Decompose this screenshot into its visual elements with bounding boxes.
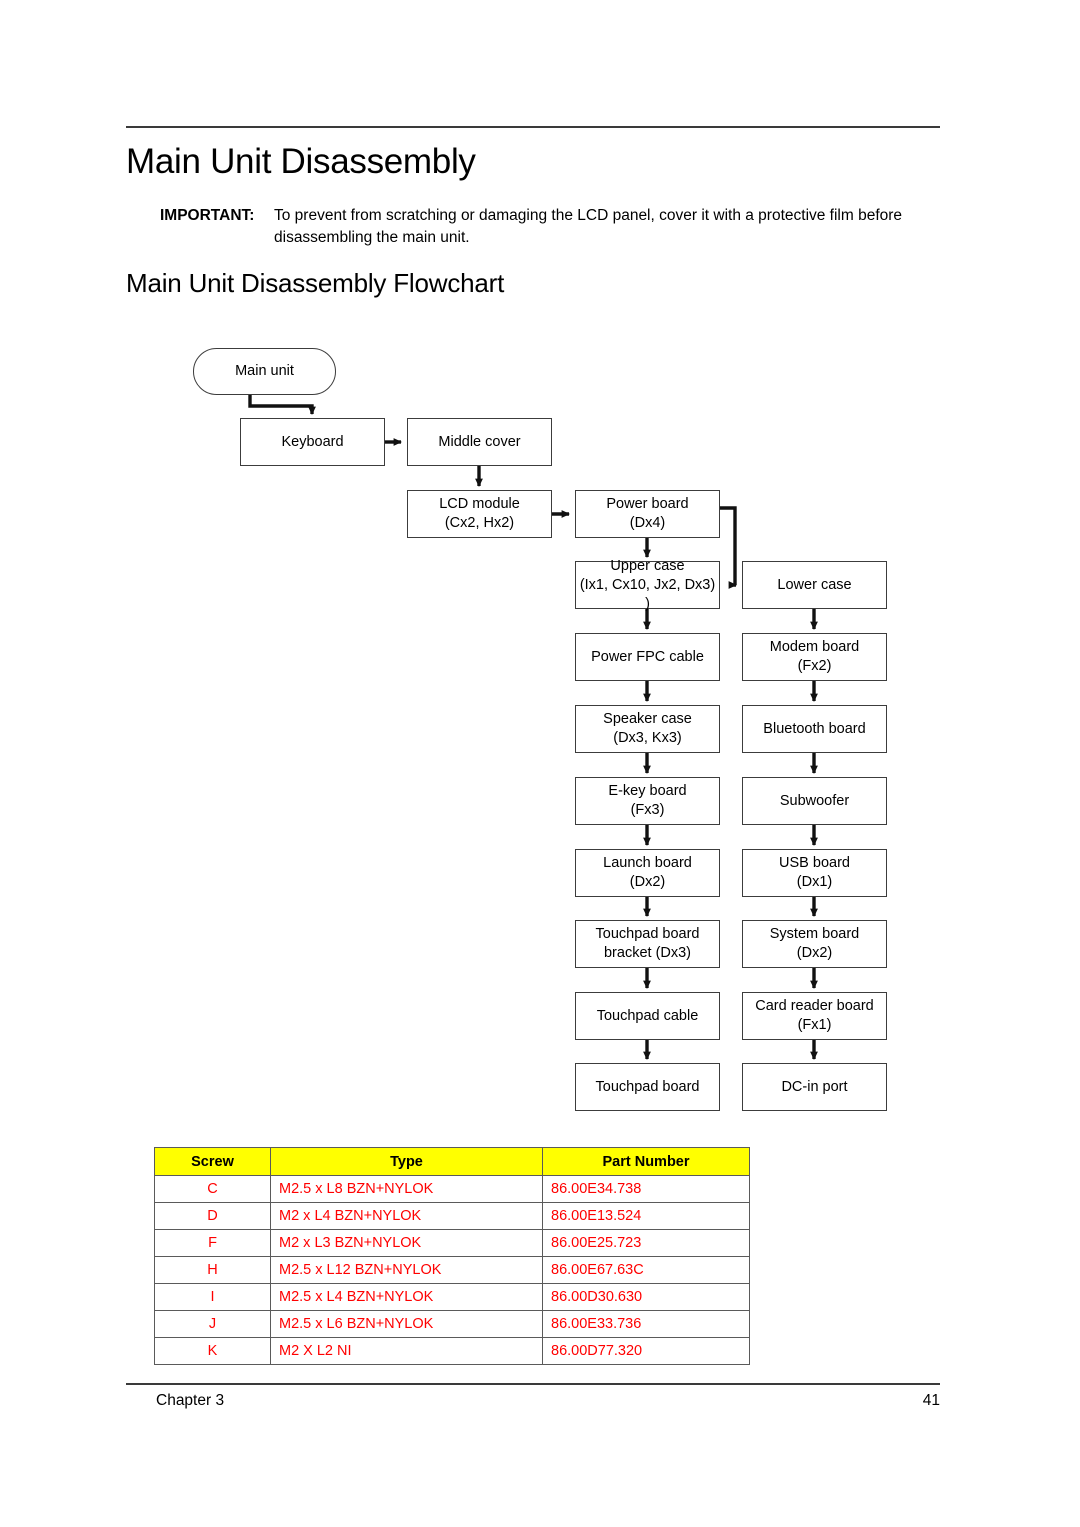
flowchart-node-modem-board: Modem board (Fx2) xyxy=(742,633,887,681)
table-cell: 86.00E13.524 xyxy=(542,1202,750,1230)
table-cell: 86.00E67.63C xyxy=(542,1256,750,1284)
flowchart-node-label: Power board xyxy=(606,496,689,512)
table-row: C M2.5 x L8 BZN+NYLOK 86.00E34.738 xyxy=(154,1175,750,1203)
flowchart-node-label: Touchpad cable xyxy=(596,1007,699,1024)
page-title: Main Unit Disassembly xyxy=(126,142,476,181)
flowchart-node-sublabel: (Fx2) xyxy=(797,658,832,674)
flowchart-node-label: Main unit xyxy=(235,363,294,379)
flowchart-node-sublabel: (Dx2) xyxy=(629,874,666,890)
flowchart-node-system-board: System board (Dx2) xyxy=(742,920,887,968)
flowchart-node-label: Lower case xyxy=(777,576,852,593)
footer-page-number: 41 xyxy=(922,1392,940,1409)
table-cell: C xyxy=(154,1175,271,1203)
table-cell: M2 X L2 NI xyxy=(270,1337,543,1365)
flowchart-node-sublabel: (Fx3) xyxy=(630,802,665,818)
screw-reference-table: Screw Type Part Number C M2.5 x L8 BZN+NY… xyxy=(154,1147,750,1365)
table-cell: 86.00E34.738 xyxy=(542,1175,750,1203)
flowchart-node-label: USB board xyxy=(779,855,850,871)
flowchart-node-power-board: Power board (Dx4) xyxy=(575,490,720,538)
flowchart-node-card-reader-board: Card reader board (Fx1) xyxy=(742,992,887,1040)
footer-chapter: Chapter 3 xyxy=(156,1392,225,1409)
flowchart-node-sublabel: (Fx1) xyxy=(797,1017,832,1033)
flowchart-node-dc-in-port: DC-in port xyxy=(742,1063,887,1111)
flowchart-node-label: Power FPC cable xyxy=(591,648,704,665)
table-row: K M2 X L2 NI 86.00D77.320 xyxy=(154,1337,750,1365)
table-row: J M2.5 x L6 BZN+NYLOK 86.00E33.736 xyxy=(154,1310,750,1338)
table-cell: M2.5 x L4 BZN+NYLOK xyxy=(270,1283,543,1311)
flowchart-node-keyboard: Keyboard xyxy=(240,418,385,466)
flowchart-node-sublabel: (Dx2) xyxy=(796,945,833,961)
flowchart-node-label: E-key board xyxy=(608,783,687,799)
flowchart-node-lcd-module: LCD module (Cx2, Hx2) xyxy=(407,490,552,538)
table-cell: M2.5 x L6 BZN+NYLOK xyxy=(270,1310,543,1338)
table-cell: K xyxy=(154,1337,271,1365)
flowchart-node-label: Bluetooth board xyxy=(763,720,866,737)
flowchart-node-lower-case: Lower case xyxy=(742,561,887,609)
table-cell: D xyxy=(154,1202,271,1230)
flowchart-node-label: Touchpad board xyxy=(595,1078,700,1095)
table-cell: M2.5 x L8 BZN+NYLOK xyxy=(270,1175,543,1203)
important-note-label: IMPORTANT: xyxy=(160,207,255,224)
flowchart-node-upper-case: Upper case (Ix1, Cx10, Jx2, Dx3) ) xyxy=(575,558,720,612)
column-header-type: Type xyxy=(270,1147,543,1176)
flowchart-node-sublabel: (Cx2, Hx2) xyxy=(444,515,515,531)
footer-rule xyxy=(126,1383,940,1385)
flowchart-node-label: Speaker case xyxy=(603,711,692,727)
flowchart-node-sublabel: bracket (Dx3) xyxy=(603,945,692,961)
flowchart-node-usb-board: USB board (Dx1) xyxy=(742,849,887,897)
flowchart-node-sublabel: (Ix1, Cx10, Jx2, Dx3) ) xyxy=(579,576,716,612)
flowchart-node-label: LCD module xyxy=(439,496,520,512)
flowchart-node-label: Card reader board xyxy=(755,998,874,1014)
section-title: Main Unit Disassembly Flowchart xyxy=(126,268,505,298)
header-rule xyxy=(126,126,940,128)
flowchart-node-label: Upper case xyxy=(610,557,685,574)
table-cell: I xyxy=(154,1283,271,1311)
flowchart-node-label: DC-in port xyxy=(781,1078,848,1095)
flowchart-node-e-key-board: E-key board (Fx3) xyxy=(575,777,720,825)
flowchart-node-touchpad-cable: Touchpad cable xyxy=(575,992,720,1040)
flowchart-node-speaker-case: Speaker case (Dx3, Kx3) xyxy=(575,705,720,753)
table-row: F M2 x L3 BZN+NYLOK 86.00E25.723 xyxy=(154,1229,750,1257)
table-cell: H xyxy=(154,1256,271,1284)
important-note-text: To prevent from scratching or damaging t… xyxy=(274,207,903,246)
flowchart-node-label: Subwoofer xyxy=(779,792,850,809)
flowchart-node-label: System board xyxy=(769,926,860,942)
flowchart-node-middle-cover: Middle cover xyxy=(407,418,552,466)
table-cell: 86.00E33.736 xyxy=(542,1310,750,1338)
table-cell: F xyxy=(154,1229,271,1257)
table-row: D M2 x L4 BZN+NYLOK 86.00E13.524 xyxy=(154,1202,750,1230)
column-header-screw: Screw xyxy=(154,1147,271,1176)
flowchart-node-power-fpc-cable: Power FPC cable xyxy=(575,633,720,681)
flowchart-node-sublabel: (Dx4) xyxy=(629,515,666,531)
flowchart-node-label: Keyboard xyxy=(281,433,344,450)
flowchart-node-subwoofer: Subwoofer xyxy=(742,777,887,825)
flowchart-node-bluetooth-board: Bluetooth board xyxy=(742,705,887,753)
column-header-part-number: Part Number xyxy=(542,1147,750,1176)
flowchart-node-touchpad-board: Touchpad board xyxy=(575,1063,720,1111)
table-row: H M2.5 x L12 BZN+NYLOK 86.00E67.63C xyxy=(154,1256,750,1284)
table-cell: J xyxy=(154,1310,271,1338)
flowchart-node-sublabel: (Dx3, Kx3) xyxy=(613,730,682,746)
flowchart-node-sublabel: (Dx1) xyxy=(796,874,833,890)
table-header-row: Screw Type Part Number xyxy=(154,1147,750,1176)
table-cell: M2.5 x L12 BZN+NYLOK xyxy=(270,1256,543,1284)
flowchart-node-label: Launch board xyxy=(603,855,692,871)
table-cell: M2 x L3 BZN+NYLOK xyxy=(270,1229,543,1257)
flowchart-node-label: Modem board xyxy=(769,639,860,655)
flowchart-node-main-unit: Main unit xyxy=(193,348,336,395)
table-cell: 86.00D30.630 xyxy=(542,1283,750,1311)
table-cell: M2 x L4 BZN+NYLOK xyxy=(270,1202,543,1230)
important-note: IMPORTANT: To prevent from scratching or… xyxy=(160,205,960,249)
flowchart-node-touchpad-bracket: Touchpad board bracket (Dx3) xyxy=(575,920,720,968)
flowchart-node-launch-board: Launch board (Dx2) xyxy=(575,849,720,897)
table-cell: 86.00D77.320 xyxy=(542,1337,750,1365)
flowchart-node-label: Middle cover xyxy=(438,433,521,450)
table-row: I M2.5 x L4 BZN+NYLOK 86.00D30.630 xyxy=(154,1283,750,1311)
flowchart-node-label: Touchpad board xyxy=(595,926,700,942)
table-cell: 86.00E25.723 xyxy=(542,1229,750,1257)
